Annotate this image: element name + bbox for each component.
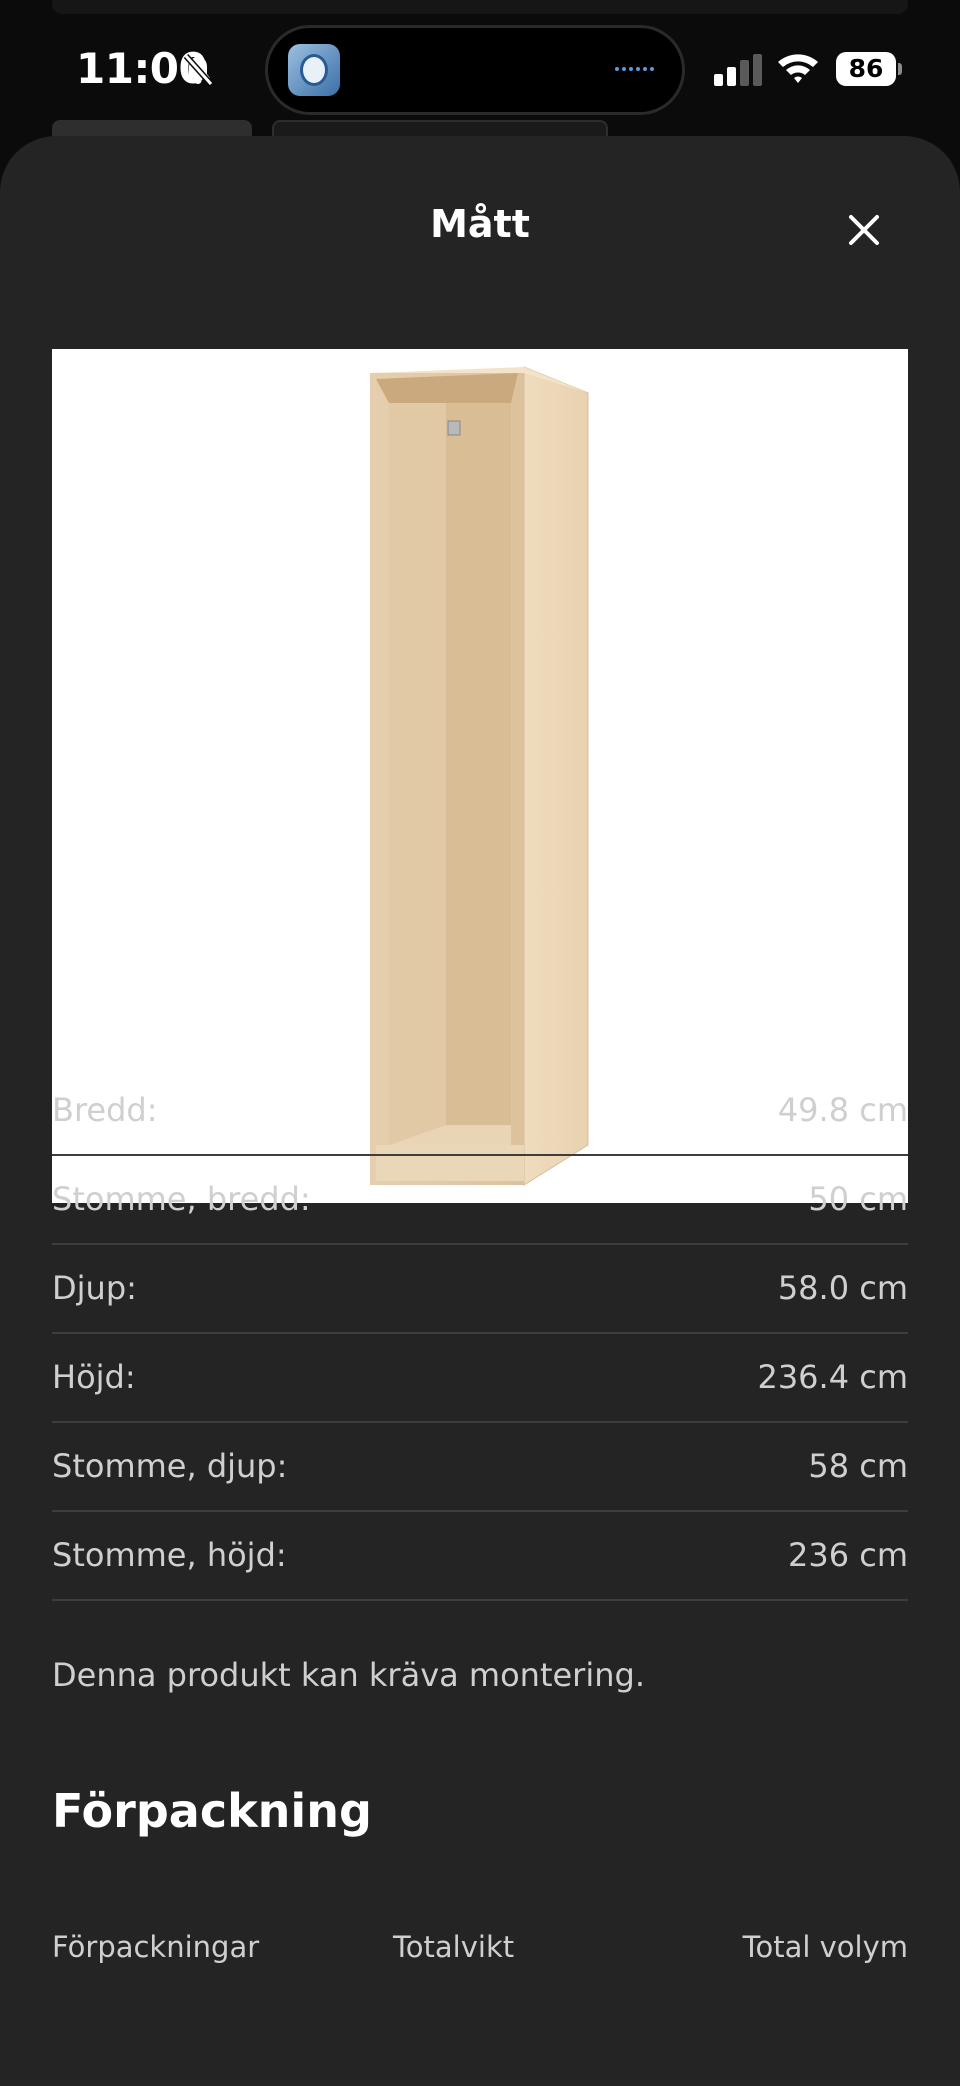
- measurement-label: Stomme, djup:: [52, 1447, 288, 1485]
- measurement-row: Djup: 58.0 cm: [52, 1245, 908, 1334]
- battery-level: 86: [836, 52, 896, 86]
- measurement-row: Höjd: 236.4 cm: [52, 1334, 908, 1423]
- packaging-column-weight: Totalvikt: [393, 1930, 515, 1964]
- packaging-heading: Förpackning: [52, 1784, 372, 1838]
- dynamic-island[interactable]: [268, 28, 682, 112]
- measurement-row: Stomme, höjd: 236 cm: [52, 1512, 908, 1601]
- top-edge: [52, 0, 908, 14]
- measurement-row: Stomme, bredd: 50 cm: [52, 1156, 908, 1245]
- sheet-title: Mått: [430, 202, 530, 246]
- measurement-row: Stomme, djup: 58 cm: [52, 1423, 908, 1512]
- battery-icon: 86: [836, 52, 902, 86]
- measurement-label: Höjd:: [52, 1358, 136, 1396]
- measurement-label: Stomme, bredd:: [52, 1180, 311, 1218]
- measurement-list: Bredd: 49.8 cm Stomme, bredd: 50 cm Djup…: [52, 1067, 908, 1601]
- activity-dots-icon: [615, 67, 654, 71]
- app-icon: [288, 44, 340, 96]
- close-icon[interactable]: [838, 204, 890, 256]
- assembly-note: Denna produkt kan kräva montering.: [52, 1656, 645, 1694]
- packaging-column-volume: Total volym: [742, 1930, 908, 1964]
- packaging-column-packages: Förpackningar: [52, 1930, 260, 1964]
- signal-icon: [714, 54, 762, 86]
- screen: 11:00 86 Mått Bredd: 49.8 cm Stomme, bre…: [0, 0, 960, 2086]
- measurement-value: 236 cm: [787, 1536, 908, 1574]
- measurement-value: 50 cm: [808, 1180, 908, 1218]
- wifi-icon: [778, 54, 818, 83]
- measurement-value: 49.8 cm: [777, 1091, 908, 1129]
- measurement-value: 58 cm: [808, 1447, 908, 1485]
- measurement-label: Bredd:: [52, 1091, 158, 1129]
- measurement-value: 58.0 cm: [777, 1269, 908, 1307]
- status-bar: 11:00 86: [0, 0, 960, 130]
- bell-slash-icon: [183, 54, 214, 86]
- measurement-row: Bredd: 49.8 cm: [52, 1067, 908, 1156]
- measurement-label: Djup:: [52, 1269, 137, 1307]
- measurement-value: 236.4 cm: [757, 1358, 908, 1396]
- measurement-label: Stomme, höjd:: [52, 1536, 287, 1574]
